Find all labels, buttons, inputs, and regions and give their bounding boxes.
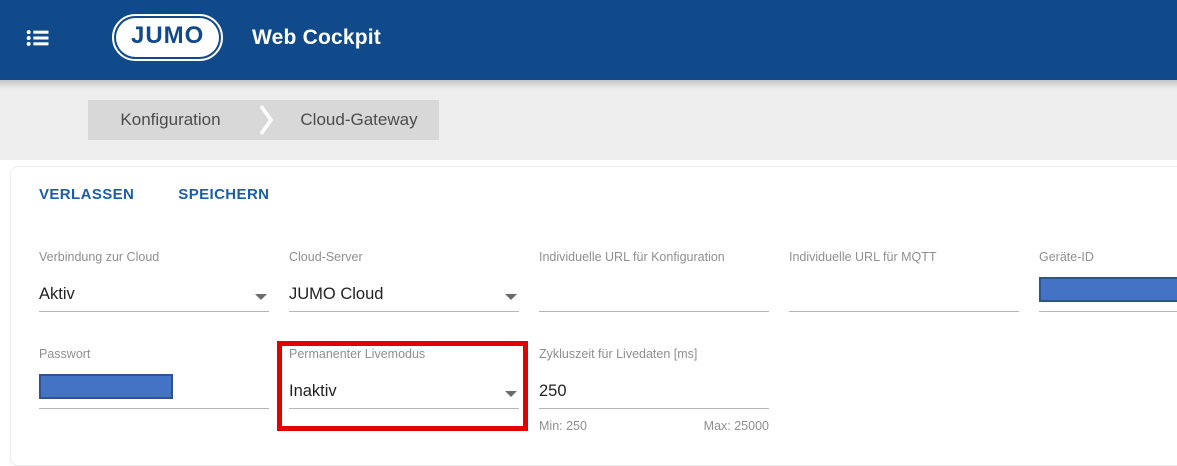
field-passwort: Passwort: [39, 347, 269, 433]
chevron-down-icon: [505, 391, 517, 397]
field-geraete-id: Geräte-ID: [1039, 250, 1177, 312]
max-hint: Max: 25000: [704, 419, 769, 433]
chevron-right-icon: [253, 100, 279, 140]
field-url-mqtt: Individuelle URL für MQTT: [789, 250, 1019, 312]
cloud-server-select[interactable]: JUMO Cloud: [289, 265, 519, 312]
url-konfiguration-input[interactable]: [539, 265, 769, 312]
speichern-button[interactable]: SPEICHERN: [178, 186, 269, 203]
field-url-konfiguration: Individuelle URL für Konfiguration: [539, 250, 769, 312]
url-mqtt-input[interactable]: [789, 265, 1019, 312]
jumo-logo: JUMO: [112, 14, 223, 61]
header-shadow: [0, 80, 1177, 89]
selected-value: Aktiv: [39, 285, 75, 304]
input-value: 250: [539, 382, 567, 401]
selected-value: Inaktiv: [289, 382, 337, 401]
field-cloud-server: Cloud-Server JUMO Cloud: [289, 250, 519, 312]
field-label: Individuelle URL für Konfiguration: [539, 250, 769, 265]
jumo-logo-text: JUMO: [116, 18, 219, 57]
field-label: Individuelle URL für MQTT: [789, 250, 1019, 265]
redacted-value: [39, 374, 173, 399]
chevron-down-icon: [255, 294, 267, 300]
chevron-down-icon: [505, 294, 517, 300]
field-label: Cloud-Server: [289, 250, 519, 265]
field-label: Passwort: [39, 347, 269, 362]
list-icon: [24, 24, 52, 52]
form-row-2: Passwort Permanenter Livemodus Inaktiv Z…: [39, 347, 769, 433]
redacted-value: [1039, 277, 1177, 302]
toolbar: VERLASSEN SPEICHERN: [39, 186, 269, 203]
breadcrumb-item-cloud-gateway[interactable]: Cloud-Gateway: [279, 100, 439, 140]
verbindung-zur-cloud-select[interactable]: Aktiv: [39, 265, 269, 312]
zykluszeit-hints: Min: 250 Max: 25000: [539, 419, 769, 433]
min-hint: Min: 250: [539, 419, 587, 433]
field-label: Verbindung zur Cloud: [39, 250, 269, 265]
breadcrumb-band: Konfiguration Cloud-Gateway: [0, 80, 1177, 160]
field-label: Geräte-ID: [1039, 250, 1177, 265]
form-row-1: Verbindung zur Cloud Aktiv Cloud-Server …: [39, 250, 1177, 312]
breadcrumb: Konfiguration Cloud-Gateway: [88, 100, 439, 140]
breadcrumb-item-konfiguration[interactable]: Konfiguration: [88, 100, 253, 140]
field-verbindung-zur-cloud: Verbindung zur Cloud Aktiv: [39, 250, 269, 312]
permanenter-livemodus-select[interactable]: Inaktiv: [289, 362, 519, 409]
passwort-input[interactable]: [39, 362, 269, 409]
app-title: Web Cockpit: [252, 26, 381, 50]
selected-value: JUMO Cloud: [289, 285, 383, 304]
app-header: JUMO Web Cockpit: [0, 0, 1177, 80]
verlassen-button[interactable]: VERLASSEN: [39, 186, 134, 203]
field-label: Zykluszeit für Livedaten [ms]: [539, 347, 769, 362]
field-zykluszeit: Zykluszeit für Livedaten [ms] 250 Min: 2…: [539, 347, 769, 433]
field-label: Permanenter Livemodus: [289, 347, 519, 362]
menu-list-icon[interactable]: [22, 22, 54, 54]
zykluszeit-input[interactable]: 250: [539, 362, 769, 409]
geraete-id-input[interactable]: [1039, 265, 1177, 312]
field-permanenter-livemodus: Permanenter Livemodus Inaktiv: [289, 347, 519, 433]
